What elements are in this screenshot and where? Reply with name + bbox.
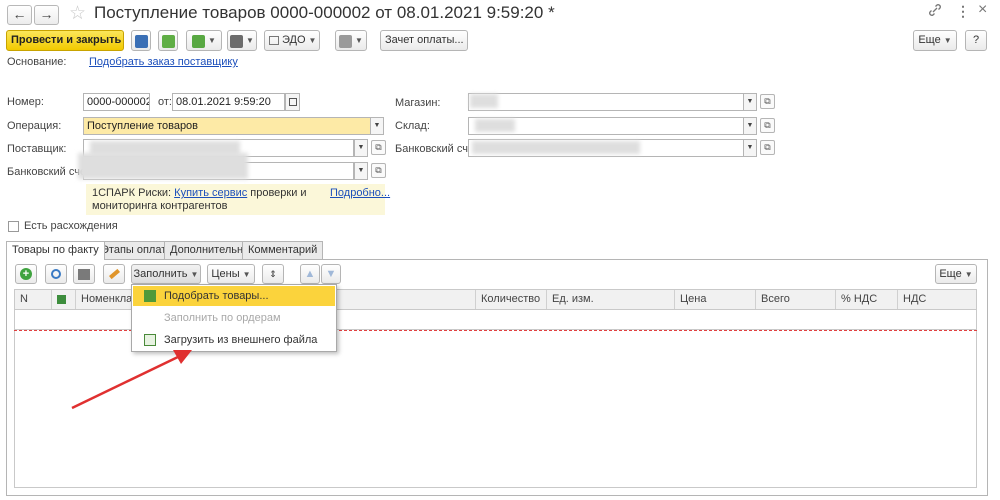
annotation-arrow xyxy=(71,350,192,410)
